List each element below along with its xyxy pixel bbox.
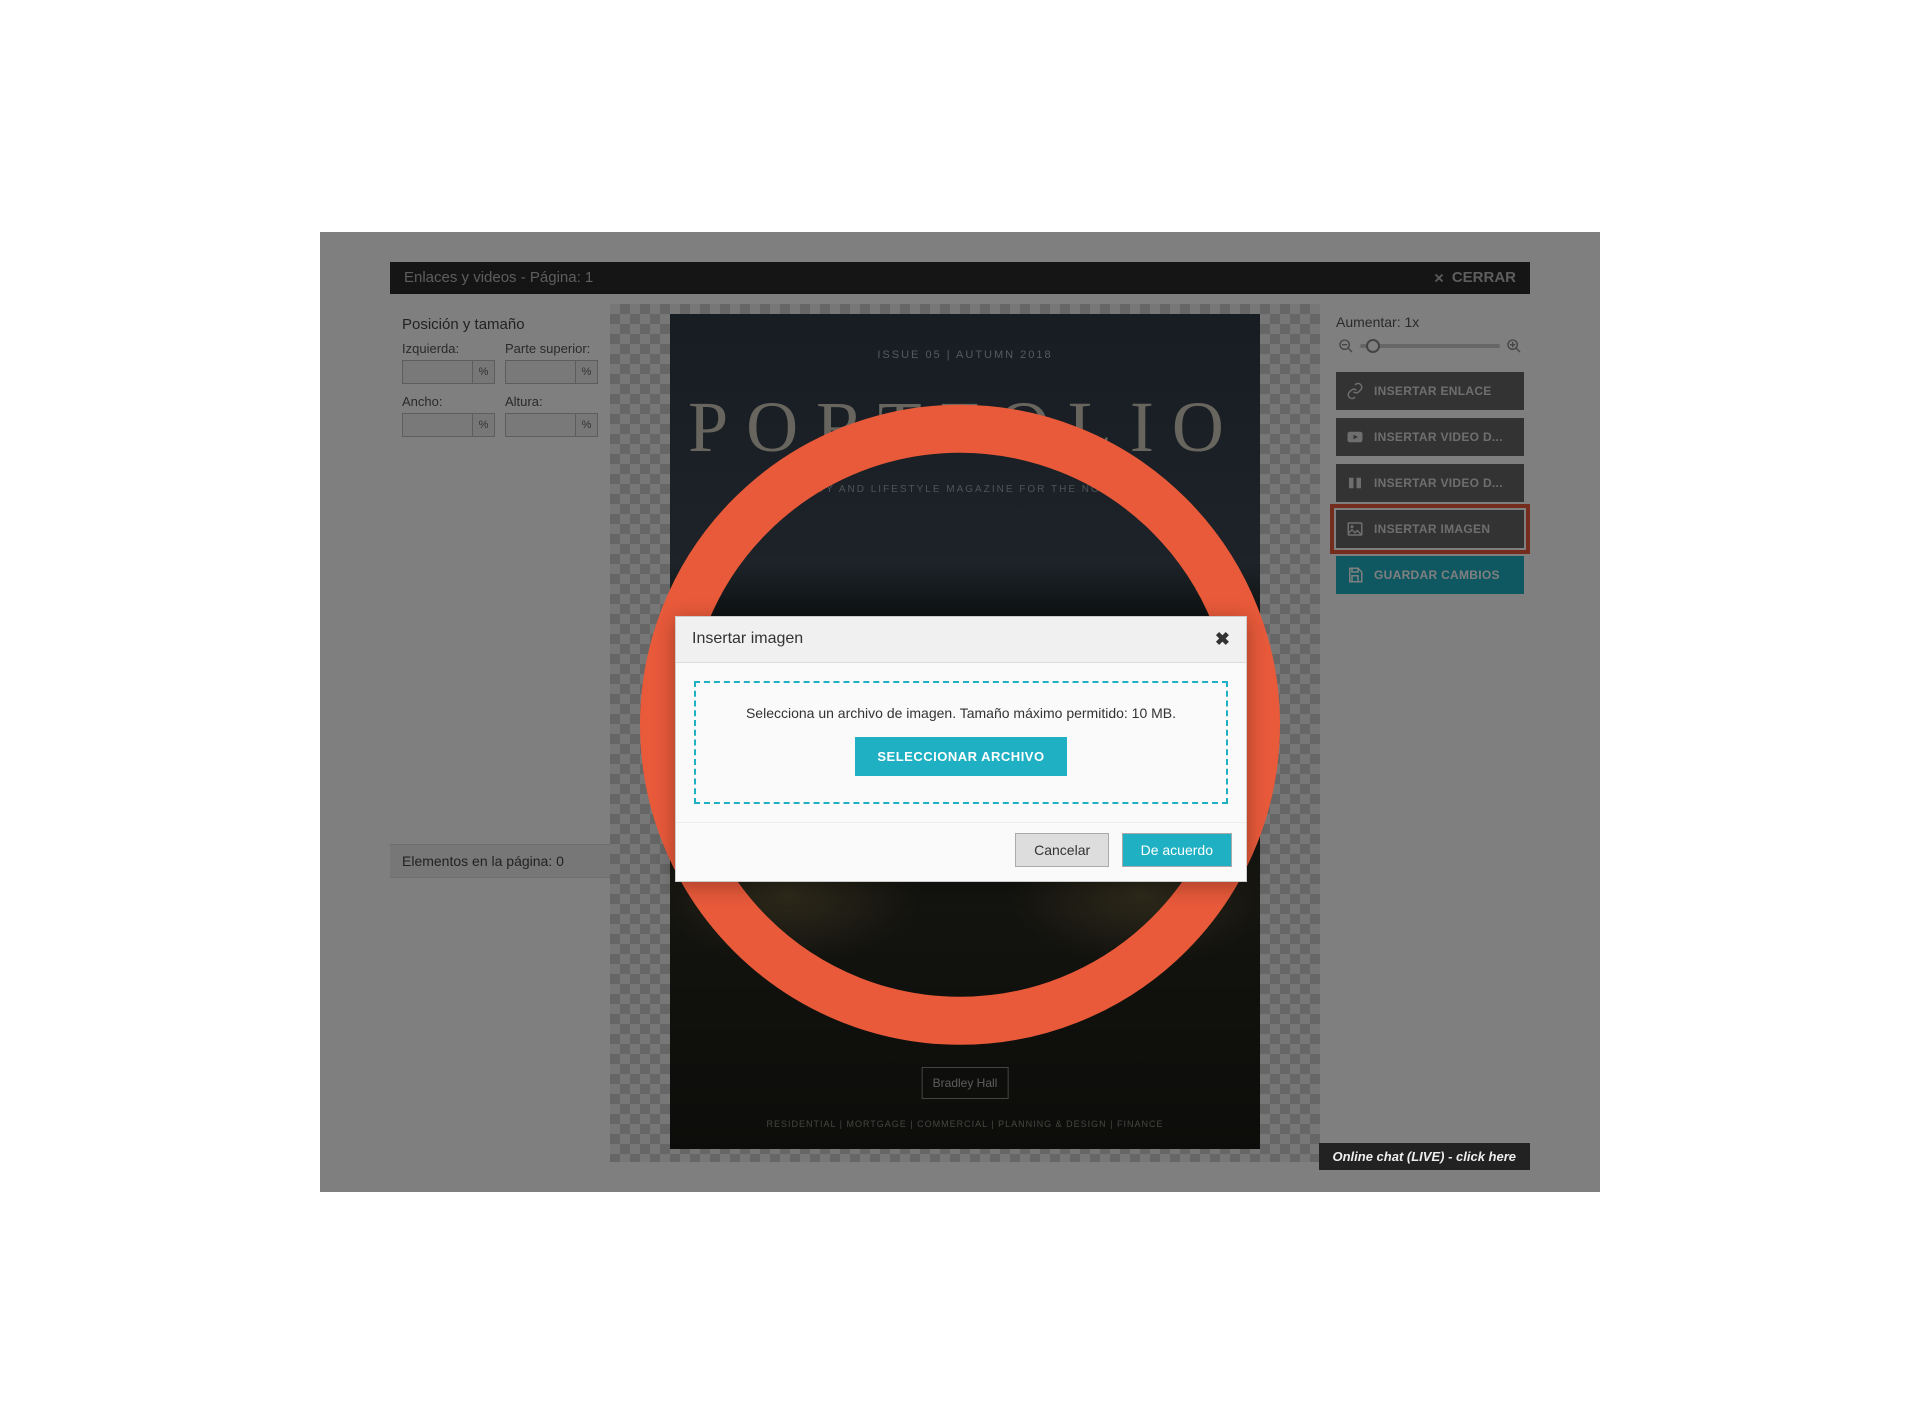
insert-link-label: INSERTAR ENLACE xyxy=(1374,384,1492,398)
top-input[interactable] xyxy=(505,360,576,384)
zoom-thumb[interactable] xyxy=(1366,339,1380,353)
elements-header: Elementos en la página: 0 xyxy=(390,844,610,878)
dropzone[interactable]: Selecciona un archivo de imagen. Tamaño … xyxy=(694,681,1228,804)
page-issue: ISSUE 05 | AUTUMN 2018 xyxy=(670,349,1260,361)
zoom-slider[interactable] xyxy=(1360,344,1500,348)
cancel-button[interactable]: Cancelar xyxy=(1015,833,1109,867)
page-subtitle: PROPERTY AND LIFESTYLE MAGAZINE FOR THE … xyxy=(670,484,1260,495)
insert-video1-label: INSERTAR VIDEO D... xyxy=(1374,430,1503,444)
left-input[interactable] xyxy=(402,360,473,384)
top-field: Parte superior: % xyxy=(505,341,598,384)
modal-header: Insertar imagen ✖ xyxy=(676,617,1246,663)
editor-stage: Enlaces y videos - Página: 1 CERRAR Posi… xyxy=(320,232,1600,1192)
left-label: Izquierda: xyxy=(402,341,495,356)
close-label: CERRAR xyxy=(1452,269,1516,286)
zoom-control xyxy=(1338,338,1522,354)
insert-video2-label: INSERTAR VIDEO D... xyxy=(1374,476,1503,490)
page-footer: RESIDENTIAL | MORTGAGE | COMMERCIAL | PL… xyxy=(670,1119,1260,1129)
left-field: Izquierda: % xyxy=(402,341,495,384)
insert-video2-button[interactable]: INSERTAR VIDEO D... xyxy=(1336,464,1524,502)
top-unit: % xyxy=(576,360,598,384)
insert-image-modal: Insertar imagen ✖ Selecciona un archivo … xyxy=(675,616,1247,882)
modal-title: Insertar imagen xyxy=(692,630,803,648)
width-field: Ancho: % xyxy=(402,394,495,437)
close-icon xyxy=(1432,271,1446,285)
dropzone-instruction: Selecciona un archivo de imagen. Tamaño … xyxy=(706,705,1216,721)
page-title: PORTFOLIO xyxy=(670,386,1260,469)
field-row-1: Izquierda: % Parte superior: % xyxy=(402,341,598,384)
topbar-title: Enlaces y videos - Página: 1 xyxy=(404,269,593,286)
width-unit: % xyxy=(473,413,495,437)
height-label: Altura: xyxy=(505,394,598,409)
modal-body: Selecciona un archivo de imagen. Tamaño … xyxy=(676,663,1246,822)
zoom-out-icon[interactable] xyxy=(1338,338,1354,354)
insert-link-button[interactable]: INSERTAR ENLACE xyxy=(1336,372,1524,410)
save-changes-button[interactable]: GUARDAR CAMBIOS xyxy=(1336,556,1524,594)
modal-footer: Cancelar De acuerdo xyxy=(676,822,1246,881)
close-button[interactable]: CERRAR xyxy=(1432,269,1516,286)
link-icon xyxy=(1346,382,1364,400)
zoom-in-icon[interactable] xyxy=(1506,338,1522,354)
save-changes-label: GUARDAR CAMBIOS xyxy=(1374,568,1500,582)
youtube-icon xyxy=(1346,428,1364,446)
vimeo-icon xyxy=(1346,474,1364,492)
top-bar: Enlaces y videos - Página: 1 CERRAR xyxy=(390,262,1530,294)
position-section-title: Posición y tamaño xyxy=(402,316,598,333)
height-field: Altura: % xyxy=(505,394,598,437)
insert-video1-button[interactable]: INSERTAR VIDEO D... xyxy=(1336,418,1524,456)
zoom-label: Aumentar: 1x xyxy=(1336,314,1524,330)
top-label: Parte superior: xyxy=(505,341,598,356)
chat-label: Online chat (LIVE) - click here xyxy=(1333,1149,1517,1164)
width-input[interactable] xyxy=(402,413,473,437)
left-unit: % xyxy=(473,360,495,384)
width-label: Ancho: xyxy=(402,394,495,409)
select-file-button[interactable]: SELECCIONAR ARCHIVO xyxy=(855,737,1066,776)
modal-close-icon[interactable]: ✖ xyxy=(1215,629,1230,650)
insert-image-label: INSERTAR IMAGEN xyxy=(1374,522,1490,536)
field-row-2: Ancho: % Altura: % xyxy=(402,394,598,437)
left-panel: Posición y tamaño Izquierda: % Parte sup… xyxy=(390,304,610,1162)
insert-image-button[interactable]: INSERTAR IMAGEN xyxy=(1336,510,1524,548)
ok-button[interactable]: De acuerdo xyxy=(1122,833,1232,867)
image-icon xyxy=(1346,520,1364,538)
chat-tab[interactable]: Online chat (LIVE) - click here xyxy=(1319,1143,1531,1170)
right-panel: Aumentar: 1x INSERTAR ENLACE INSERTAR VI… xyxy=(1330,304,1530,1162)
height-input[interactable] xyxy=(505,413,576,437)
height-unit: % xyxy=(576,413,598,437)
save-icon xyxy=(1346,566,1364,584)
page-logo: Bradley Hall xyxy=(922,1067,1009,1099)
